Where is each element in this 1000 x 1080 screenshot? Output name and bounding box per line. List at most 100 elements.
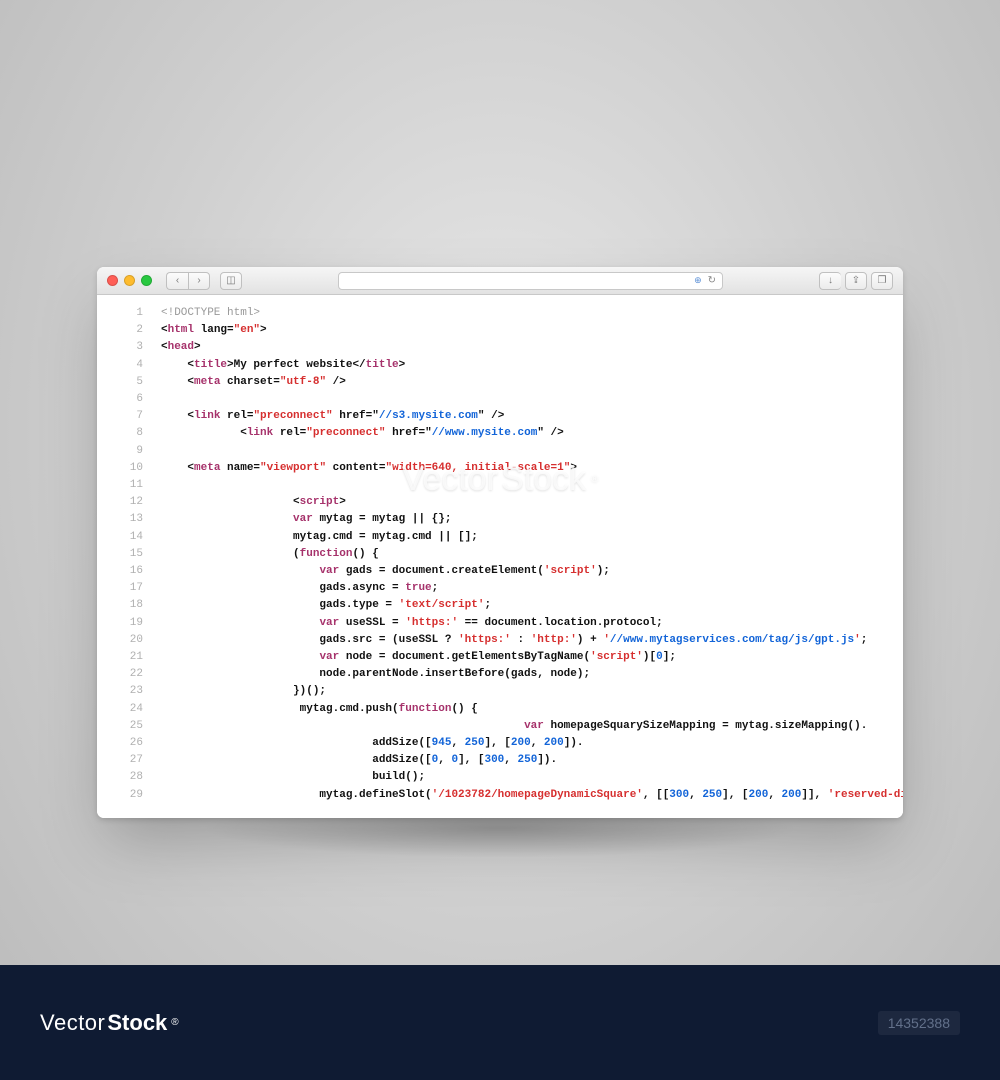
close-button[interactable] <box>107 275 118 286</box>
line-number: 8 <box>117 425 143 442</box>
line-number: 5 <box>117 374 143 391</box>
zoom-button[interactable] <box>141 275 152 286</box>
code-editor[interactable]: 1<!DOCTYPE html>2 <html lang="en">3<head>… <box>97 295 903 818</box>
code-line[interactable]: 13 var mytag = mytag || {}; <box>117 511 883 528</box>
code-line[interactable]: 3<head> <box>117 339 883 356</box>
code-line[interactable]: 6 <box>117 391 883 408</box>
code-content[interactable]: })(); <box>161 683 883 700</box>
line-number: 2 <box>117 322 143 339</box>
code-line[interactable]: 18 gads.type = 'text/script'; <box>117 597 883 614</box>
code-content[interactable]: var gads = document.createElement('scrip… <box>161 563 883 580</box>
footer-brand-2: Stock <box>107 1010 167 1036</box>
forward-button[interactable]: › <box>188 272 210 290</box>
code-line[interactable]: 2 <html lang="en"> <box>117 322 883 339</box>
code-content[interactable]: var useSSL = 'https:' == document.locati… <box>161 615 883 632</box>
code-line[interactable]: 9 <box>117 443 883 460</box>
code-line[interactable]: 14 mytag.cmd = mytag.cmd || []; <box>117 529 883 546</box>
address-bar[interactable]: ⊕ ↻ <box>338 272 723 290</box>
code-line[interactable]: 20 gads.src = (useSSL ? 'https:' : 'http… <box>117 632 883 649</box>
code-content[interactable]: gads.src = (useSSL ? 'https:' : 'http:')… <box>161 632 883 649</box>
code-content[interactable]: <html lang="en"> <box>161 322 883 339</box>
line-number: 29 <box>117 787 143 804</box>
code-content[interactable]: <link rel="preconnect" href="//www.mysit… <box>161 425 883 442</box>
code-content[interactable]: <head> <box>161 339 883 356</box>
code-content[interactable]: var homepageSquarySizeMapping = mytag.si… <box>161 718 883 735</box>
code-content[interactable]: addSize([945, 250], [200, 200]). <box>161 735 883 752</box>
downloads-button[interactable]: ↓ <box>819 272 841 290</box>
code-line[interactable]: 4 <title>My perfect website</title> <box>117 357 883 374</box>
code-line[interactable]: 28 build(); <box>117 769 883 786</box>
code-content[interactable]: mytag.cmd.push(function() { <box>161 701 883 718</box>
code-line[interactable]: 11 <box>117 477 883 494</box>
minimize-button[interactable] <box>124 275 135 286</box>
code-line[interactable]: 29 mytag.defineSlot('/1023782/homepageDy… <box>117 787 883 804</box>
line-number: 12 <box>117 494 143 511</box>
chevron-left-icon: ‹ <box>176 275 179 286</box>
tabs-button[interactable]: ❐ <box>871 272 893 290</box>
line-number: 17 <box>117 580 143 597</box>
footer-registered: ® <box>171 1017 178 1028</box>
reader-icon: ⊕ <box>694 275 702 286</box>
code-line[interactable]: 27 addSize([0, 0], [300, 250]). <box>117 752 883 769</box>
code-content[interactable]: addSize([0, 0], [300, 250]). <box>161 752 883 769</box>
code-line[interactable]: 25 var homepageSquarySizeMapping = mytag… <box>117 718 883 735</box>
code-content[interactable]: <title>My perfect website</title> <box>161 357 883 374</box>
line-number: 26 <box>117 735 143 752</box>
code-line[interactable]: 10 <meta name="viewport" content="width=… <box>117 460 883 477</box>
code-line[interactable]: 26 addSize([945, 250], [200, 200]). <box>117 735 883 752</box>
code-line[interactable]: 16 var gads = document.createElement('sc… <box>117 563 883 580</box>
code-line[interactable]: 17 gads.async = true; <box>117 580 883 597</box>
reload-icon[interactable]: ↻ <box>708 275 716 286</box>
code-content[interactable] <box>161 477 883 494</box>
titlebar: ‹ › ◫ ⊕ ↻ ↓ ⇪ ❐ <box>97 267 903 295</box>
back-button[interactable]: ‹ <box>166 272 188 290</box>
line-number: 24 <box>117 701 143 718</box>
footer-logo: VectorStock® <box>40 1010 179 1036</box>
code-content[interactable]: <script> <box>161 494 883 511</box>
line-number: 6 <box>117 391 143 408</box>
code-content[interactable]: <link rel="preconnect" href="//s3.mysite… <box>161 408 883 425</box>
code-line[interactable]: 21 var node = document.getElementsByTagN… <box>117 649 883 666</box>
code-content[interactable]: mytag.cmd = mytag.cmd || []; <box>161 529 883 546</box>
code-line[interactable]: 15 (function() { <box>117 546 883 563</box>
line-number: 23 <box>117 683 143 700</box>
code-content[interactable]: node.parentNode.insertBefore(gads, node)… <box>161 666 883 683</box>
code-content[interactable]: <!DOCTYPE html> <box>161 305 883 322</box>
code-line[interactable]: 23 })(); <box>117 683 883 700</box>
code-content[interactable]: build(); <box>161 769 883 786</box>
code-line[interactable]: 24 mytag.cmd.push(function() { <box>117 701 883 718</box>
image-id: 14352388 <box>878 1011 960 1035</box>
browser-window: ‹ › ◫ ⊕ ↻ ↓ ⇪ ❐ 1<!DOCTYPE html>2 <html l… <box>97 267 903 818</box>
code-content[interactable]: mytag.defineSlot('/1023782/homepageDynam… <box>161 787 903 804</box>
footer-bar: VectorStock® 14352388 <box>0 965 1000 1080</box>
line-number: 21 <box>117 649 143 666</box>
code-content[interactable]: (function() { <box>161 546 883 563</box>
code-content[interactable]: <meta name="viewport" content="width=640… <box>161 460 883 477</box>
line-number: 22 <box>117 666 143 683</box>
code-content[interactable] <box>161 443 883 460</box>
share-button[interactable]: ⇪ <box>845 272 867 290</box>
share-icon: ⇪ <box>852 275 860 286</box>
code-content[interactable] <box>161 391 883 408</box>
line-number: 4 <box>117 357 143 374</box>
line-number: 28 <box>117 769 143 786</box>
code-line[interactable]: 7 <link rel="preconnect" href="//s3.mysi… <box>117 408 883 425</box>
code-line[interactable]: 12 <script> <box>117 494 883 511</box>
code-line[interactable]: 19 var useSSL = 'https:' == document.loc… <box>117 615 883 632</box>
code-line[interactable]: 8 <link rel="preconnect" href="//www.mys… <box>117 425 883 442</box>
code-line[interactable]: 5 <meta charset="utf-8" /> <box>117 374 883 391</box>
tabs-icon: ❐ <box>878 275 887 286</box>
line-number: 19 <box>117 615 143 632</box>
code-content[interactable]: gads.type = 'text/script'; <box>161 597 883 614</box>
code-content[interactable]: <meta charset="utf-8" /> <box>161 374 883 391</box>
download-icon: ↓ <box>828 275 833 286</box>
code-content[interactable]: gads.async = true; <box>161 580 883 597</box>
code-content[interactable]: var mytag = mytag || {}; <box>161 511 883 528</box>
line-number: 25 <box>117 718 143 735</box>
sidebar-button[interactable]: ◫ <box>220 272 242 290</box>
code-line[interactable]: 1<!DOCTYPE html> <box>117 305 883 322</box>
line-number: 10 <box>117 460 143 477</box>
code-line[interactable]: 22 node.parentNode.insertBefore(gads, no… <box>117 666 883 683</box>
chevron-right-icon: › <box>197 275 200 286</box>
code-content[interactable]: var node = document.getElementsByTagName… <box>161 649 883 666</box>
